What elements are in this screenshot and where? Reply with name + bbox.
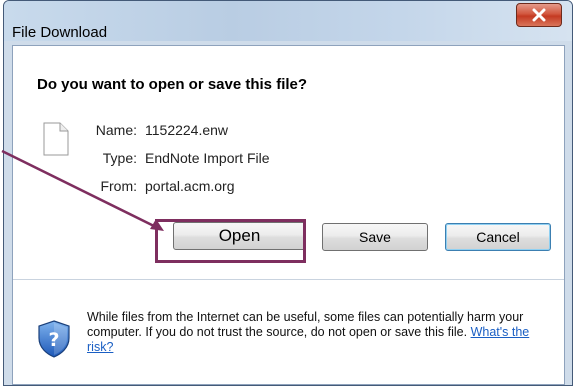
file-type-label: Type:: [102, 150, 137, 166]
cancel-button[interactable]: Cancel: [445, 223, 551, 251]
dialog-question: Do you want to open or save this file?: [37, 76, 308, 93]
shield-question-icon: ?: [38, 320, 70, 358]
window-title: File Download: [12, 24, 108, 41]
file-name-value: 1152224.enw: [145, 122, 229, 138]
dialog-content: Do you want to open or save this file? N…: [12, 45, 565, 385]
title-bar[interactable]: File Download: [4, 1, 572, 41]
screenshot-stage: File Download Do you want to open or sav…: [0, 0, 575, 392]
close-icon: [532, 8, 546, 22]
file-download-dialog: File Download Do you want to open or sav…: [3, 0, 573, 386]
file-from-value: portal.acm.org: [145, 178, 235, 194]
security-warning: ? While files from the Internet can be u…: [13, 280, 564, 384]
file-type-value: EndNote Import File: [145, 150, 270, 166]
open-button-highlight: [155, 219, 306, 263]
svg-text:?: ?: [48, 329, 59, 351]
file-name-label: Name:: [95, 122, 137, 138]
file-from-label: From:: [100, 178, 137, 194]
close-button[interactable]: [516, 3, 562, 27]
save-button[interactable]: Save: [322, 223, 428, 251]
warning-text: While files from the Internet can be use…: [87, 310, 524, 339]
warning-message: While files from the Internet can be use…: [87, 310, 552, 355]
